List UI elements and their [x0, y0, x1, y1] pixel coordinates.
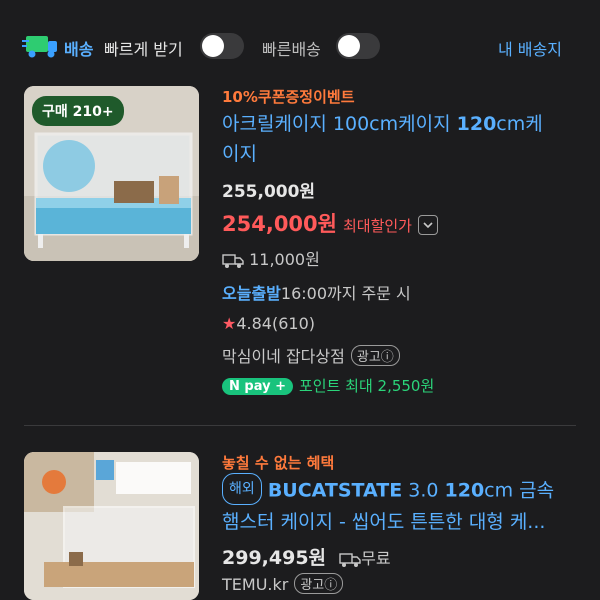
price: 299,495원	[222, 547, 327, 569]
chevron-down-icon[interactable]	[417, 214, 438, 235]
product-title[interactable]: 아크릴케이지 100cm케이지 120cm케이지	[222, 109, 543, 169]
fast-delivery-toggle[interactable]	[200, 33, 244, 59]
rating-row: ★4.84(610)	[222, 314, 543, 333]
product-info[interactable]: 10%쿠폰증정이벤트 아크릴케이지 100cm케이지 120cm케이지 255,…	[222, 86, 543, 396]
today-shipping-detail: 16:00까지 주문 시	[280, 284, 411, 303]
toggle-knob	[338, 35, 360, 57]
shipping-truck-icon	[222, 253, 244, 268]
rocket-delivery-toggle[interactable]	[336, 33, 380, 59]
max-discount-label: 최대할인가	[342, 217, 412, 235]
delivery-filter-bar: 배송 빠르게 받기 빠른배송 내 배송지	[0, 0, 600, 84]
product-title-part: 햄스터 케이지 - 씹어도 튼튼한 대형 케...	[222, 511, 546, 533]
sale-price-row: 254,000원 최대할인가	[222, 208, 543, 238]
shipping-fee: 11,000원	[249, 250, 320, 269]
toggle-knob	[202, 35, 224, 57]
seller-name[interactable]: TEMU.kr	[222, 575, 288, 594]
product-title-part: 아크릴케이지 100cm케이지	[222, 113, 457, 135]
shipping-truck-icon	[339, 552, 361, 567]
event-tag: 놓칠 수 없는 혜택	[222, 454, 335, 472]
points-row: N pay + 포인트 최대 2,550원	[222, 375, 543, 396]
seller-row: TEMU.kr 광고ⓘ	[222, 573, 554, 595]
shipping-fee-row: 11,000원	[222, 246, 543, 270]
product-info[interactable]: 놓칠 수 없는 혜택 해외 BUCATSTATE 3.0 120cm 금속햄스터…	[222, 452, 554, 595]
delivery-truck-icon	[22, 36, 57, 58]
product-title[interactable]: 해외 BUCATSTATE 3.0 120cm 금속햄스터 케이지 - 씹어도 …	[222, 473, 555, 537]
review-count: (610)	[271, 314, 315, 333]
price-row: 299,495원 무료	[222, 543, 554, 570]
delivery-label: 배송	[64, 40, 94, 59]
product-title-part: 3.0	[402, 479, 445, 502]
rocket-delivery-label[interactable]: 빠른배송	[262, 36, 321, 60]
product-title-bold: BUCATSTATE	[267, 479, 403, 502]
product-title-part: cm케	[496, 113, 543, 135]
free-shipping-label: 무료	[361, 549, 391, 568]
purchase-count-badge: 구매 210+	[32, 96, 124, 126]
product-title-bold: 120	[444, 479, 485, 502]
fast-delivery-label[interactable]: 빠르게 받기	[104, 36, 183, 60]
product-title-bold: 120	[456, 113, 497, 135]
today-shipping-row: 오늘출발16:00까지 주문 시	[222, 280, 543, 304]
original-price: 255,000원	[222, 182, 316, 202]
points-text: 포인트 최대 2,550원	[298, 377, 435, 395]
star-icon: ★	[222, 314, 237, 333]
product-image[interactable]	[24, 452, 199, 600]
seller-row: 막심이네 잡다상점 광고ⓘ	[222, 343, 543, 367]
ad-badge[interactable]: 광고ⓘ	[294, 573, 344, 594]
ad-badge[interactable]: 광고ⓘ	[350, 345, 400, 366]
metal-cage-image	[24, 452, 199, 600]
my-delivery-address-link[interactable]: 내 배송지	[498, 36, 562, 60]
seller-name[interactable]: 막심이네 잡다상점	[222, 347, 345, 366]
rating-value: 4.84	[236, 314, 272, 333]
product-title-part: cm 금속	[484, 479, 555, 502]
product-title-part: 이지	[222, 143, 257, 165]
npay-label: pay	[244, 379, 271, 394]
overseas-badge: 해외	[222, 473, 262, 505]
npay-badge: N pay +	[222, 378, 293, 395]
divider	[24, 425, 576, 426]
today-shipping-label: 오늘출발	[222, 284, 281, 303]
free-shipping: 무료	[339, 549, 391, 568]
sale-price: 254,000원	[222, 212, 337, 236]
event-tag: 10%쿠폰증정이벤트	[222, 88, 355, 106]
product-image[interactable]: 구매 210+	[24, 86, 199, 261]
